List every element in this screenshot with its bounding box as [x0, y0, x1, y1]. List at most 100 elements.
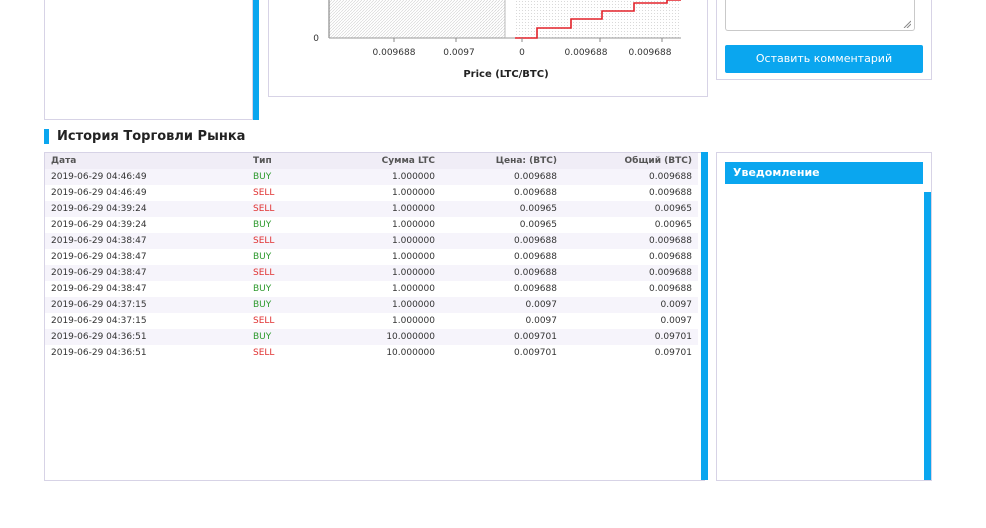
table-row: 2019-06-29 04:39:24 BUY 1.000000 0.00965 0.0…: [45, 217, 698, 233]
trade-history-table: Дата Тип Сумма LTC Цена: (BTC) Общий (BT…: [45, 153, 698, 361]
table-row: 2019-06-29 04:38:47 BUY 1.000000 0.009688 0.…: [45, 281, 698, 297]
notification-panel: Уведомление: [716, 152, 932, 481]
bid-depth-area: [329, 0, 505, 38]
column-header-total[interactable]: Общий (BTC): [563, 153, 698, 169]
notification-header: Уведомление: [725, 162, 923, 184]
table-row: 2019-06-29 04:39:24 SELL 1.000000 0.00965 0.…: [45, 201, 698, 217]
cell-amount: 1.000000: [329, 233, 441, 249]
cell-price: 0.009688: [441, 249, 563, 265]
table-row: 2019-06-29 04:38:47 BUY 1.000000 0.009688 0.…: [45, 249, 698, 265]
column-header-amount[interactable]: Сумма LTC: [329, 153, 441, 169]
cell-amount: 10.000000: [329, 329, 441, 345]
resize-handle-icon[interactable]: [903, 20, 911, 28]
left-panel-scrollbar[interactable]: [253, 0, 259, 120]
x-tick-label: 0.009688: [565, 48, 608, 58]
cell-amount: 1.000000: [329, 265, 441, 281]
cell-price: 0.009701: [441, 345, 563, 361]
cell-amount: 1.000000: [329, 217, 441, 233]
column-header-type[interactable]: Тип: [247, 153, 329, 169]
cell-date: 2019-06-29 04:38:47: [45, 281, 247, 297]
table-row: 2019-06-29 04:46:49 BUY 1.000000 0.009688 0.…: [45, 169, 698, 185]
cell-total: 0.00965: [563, 201, 698, 217]
cell-date: 2019-06-29 04:37:15: [45, 297, 247, 313]
cell-total: 0.009688: [563, 185, 698, 201]
cell-price: 0.009688: [441, 233, 563, 249]
notification-scrollbar[interactable]: [924, 192, 931, 480]
trade-history-panel: Дата Тип Сумма LTC Цена: (BTC) Общий (BT…: [44, 152, 705, 481]
table-row: 2019-06-29 04:38:47 SELL 1.000000 0.009688 0…: [45, 265, 698, 281]
x-axis-label: Price (LTC/BTC): [463, 69, 548, 80]
trade-history-title: История Торговли Рынка: [57, 129, 246, 144]
column-header-date[interactable]: Дата: [45, 153, 247, 169]
cell-price: 0.00965: [441, 217, 563, 233]
cell-date: 2019-06-29 04:38:47: [45, 233, 247, 249]
cell-type: SELL: [247, 345, 329, 361]
leave-comment-button[interactable]: Оставить комментарий: [725, 45, 923, 73]
cell-price: 0.009701: [441, 329, 563, 345]
cell-date: 2019-06-29 04:39:24: [45, 201, 247, 217]
cell-total: 0.0097: [563, 297, 698, 313]
cell-type: SELL: [247, 265, 329, 281]
cell-price: 0.0097: [441, 297, 563, 313]
column-header-price[interactable]: Цена: (BTC): [441, 153, 563, 169]
left-info-panel: [44, 0, 253, 120]
cell-date: 2019-06-29 04:39:24: [45, 217, 247, 233]
y-tick-label: 0: [313, 34, 319, 44]
cell-type: SELL: [247, 313, 329, 329]
cell-type: BUY: [247, 329, 329, 345]
x-tick-label: 0.009688: [629, 48, 672, 58]
cell-type: SELL: [247, 201, 329, 217]
cell-amount: 1.000000: [329, 313, 441, 329]
cell-date: 2019-06-29 04:36:51: [45, 329, 247, 345]
x-tick-label: 0.0097: [443, 48, 475, 58]
section-title-accent: [44, 129, 49, 144]
cell-type: BUY: [247, 217, 329, 233]
cell-price: 0.009688: [441, 169, 563, 185]
comment-panel: Оставить комментарий: [716, 0, 932, 80]
table-row: 2019-06-29 04:46:49 SELL 1.000000 0.009688 0…: [45, 185, 698, 201]
cell-price: 0.009688: [441, 185, 563, 201]
cell-total: 0.009688: [563, 169, 698, 185]
table-row: 2019-06-29 04:37:15 SELL 1.000000 0.0097 0.0…: [45, 313, 698, 329]
cell-date: 2019-06-29 04:46:49: [45, 185, 247, 201]
cell-total: 0.00965: [563, 217, 698, 233]
depth-chart: 0 0.009688 0.0097 0 0.009688 0.009688 Pr…: [313, 0, 681, 80]
cell-price: 0.00965: [441, 201, 563, 217]
cell-price: 0.0097: [441, 313, 563, 329]
x-tick-label: 0.009688: [373, 48, 416, 58]
cell-price: 0.009688: [441, 265, 563, 281]
cell-type: SELL: [247, 185, 329, 201]
cell-total: 0.009688: [563, 233, 698, 249]
table-row: 2019-06-29 04:38:47 SELL 1.000000 0.009688 0…: [45, 233, 698, 249]
cell-total: 0.009688: [563, 249, 698, 265]
cell-total: 0.0097: [563, 313, 698, 329]
table-row: 2019-06-29 04:37:15 BUY 1.000000 0.0097 0.00…: [45, 297, 698, 313]
cell-total: 0.009688: [563, 265, 698, 281]
cell-date: 2019-06-29 04:38:47: [45, 265, 247, 281]
trade-history-scrollbar[interactable]: [701, 152, 708, 480]
cell-total: 0.09701: [563, 345, 698, 361]
cell-amount: 10.000000: [329, 345, 441, 361]
cell-type: BUY: [247, 297, 329, 313]
cell-type: BUY: [247, 281, 329, 297]
cell-amount: 1.000000: [329, 249, 441, 265]
cell-amount: 1.000000: [329, 185, 441, 201]
table-row: 2019-06-29 04:36:51 SELL 10.000000 0.009701…: [45, 345, 698, 361]
cell-total: 0.09701: [563, 329, 698, 345]
cell-amount: 1.000000: [329, 201, 441, 217]
cell-price: 0.009688: [441, 281, 563, 297]
cell-type: SELL: [247, 233, 329, 249]
bid-depth-dense-area: [479, 0, 505, 38]
table-row: 2019-06-29 04:36:51 BUY 10.000000 0.009701 0…: [45, 329, 698, 345]
table-header-row: Дата Тип Сумма LTC Цена: (BTC) Общий (BT…: [45, 153, 698, 169]
depth-chart-panel: 0 0.009688 0.0097 0 0.009688 0.009688 Pr…: [268, 0, 708, 97]
cell-date: 2019-06-29 04:36:51: [45, 345, 247, 361]
cell-amount: 1.000000: [329, 281, 441, 297]
cell-amount: 1.000000: [329, 297, 441, 313]
cell-date: 2019-06-29 04:38:47: [45, 249, 247, 265]
cell-type: BUY: [247, 169, 329, 185]
cell-date: 2019-06-29 04:46:49: [45, 169, 247, 185]
comment-textarea[interactable]: [725, 0, 915, 31]
x-tick-label: 0: [519, 48, 525, 58]
cell-total: 0.009688: [563, 281, 698, 297]
